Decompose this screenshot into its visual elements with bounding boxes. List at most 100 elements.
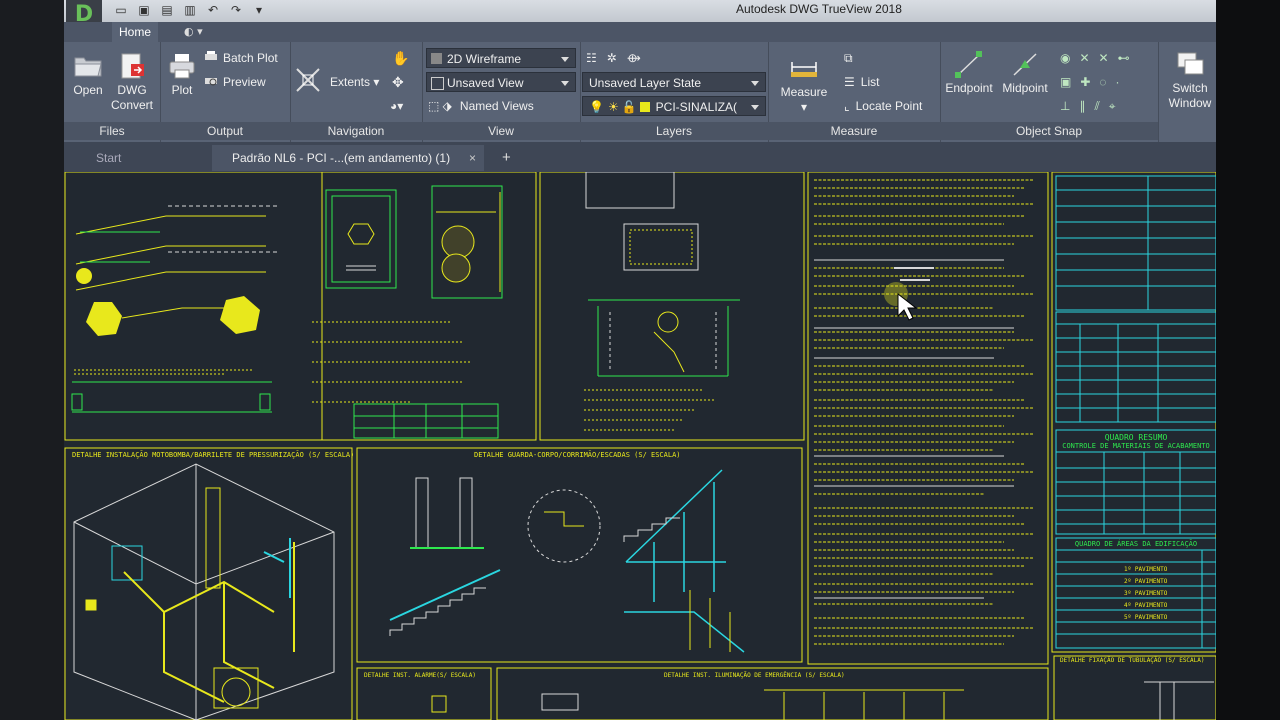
app-title: Autodesk DWG TrueView 2018	[736, 2, 902, 16]
title-bar: ▭ ▣ ▤ ▥ ↶ ↷ ▾ Autodesk DWG TrueView 2018	[64, 0, 1216, 22]
dwg-convert-icon	[121, 53, 144, 79]
panel-title-measure: Measure	[768, 122, 940, 140]
panel-title-files: Files	[64, 122, 160, 140]
snap-row-3-icons[interactable]: ⊥∥⫽⌖	[1060, 96, 1125, 116]
panel-window: Switch Window	[1158, 42, 1216, 142]
tab-active-drawing[interactable]: Padrão NL6 - PCI -...(em andamento) (1) …	[212, 145, 484, 171]
open-folder-icon[interactable]: ▭	[112, 2, 130, 18]
panel-output: Plot Batch Plot Preview Output	[160, 42, 291, 142]
switch-window-icon	[1177, 52, 1204, 75]
switch-window-button[interactable]: Switch Window	[1162, 50, 1216, 111]
list-label: List	[860, 75, 880, 89]
layer-color-swatch	[639, 102, 650, 112]
tab-home[interactable]: Home	[112, 22, 158, 42]
batch-plot-label: Batch Plot	[223, 51, 278, 65]
dwg-convert-button[interactable]: DWG Convert	[108, 52, 156, 113]
endpoint-snap-button[interactable]: Endpoint	[942, 50, 996, 96]
plot-button[interactable]: Plot	[164, 52, 200, 98]
locate-point-button[interactable]: ⌞ Locate Point	[844, 96, 922, 116]
visual-style-icon	[431, 53, 442, 64]
layer-freeze-icon: ☀	[607, 100, 619, 114]
layer-lock-icon: 🔓	[621, 100, 637, 114]
ribbon-tab-row: Home ◐ ▾	[64, 22, 1216, 42]
tab-start[interactable]: Start	[84, 145, 212, 171]
measure-button[interactable]: Measure ▾	[776, 54, 832, 115]
midpoint-snap-icon	[1013, 53, 1037, 76]
panel-object-snap: Endpoint Midpoint ◉✕✕⊷ ▣✚◌· ⊥∥⫽⌖ Object …	[940, 42, 1159, 142]
undo-icon[interactable]: ↶	[204, 2, 222, 18]
valve-details	[71, 205, 278, 413]
plot-label: Plot	[171, 83, 193, 97]
preview-icon	[205, 78, 217, 86]
open-button[interactable]: Open	[70, 52, 106, 98]
printer-icon	[169, 54, 195, 79]
tables-column: QUADRO RESUMO CONTROLE DE MATERIAIS DE A…	[1055, 175, 1216, 649]
new-tab-button[interactable]: +	[490, 145, 520, 171]
qat-dropdown-icon[interactable]: ▾	[250, 2, 268, 18]
plot-icon[interactable]: ▤	[158, 2, 176, 18]
snap-row-1-icons[interactable]: ◉✕✕⊷	[1060, 48, 1139, 68]
layer-tools-icons[interactable]: ☷✲⟴	[586, 48, 651, 68]
layer-on-icon: 💡	[589, 100, 604, 114]
measure-label: Measure	[780, 85, 828, 99]
visual-style-dropdown[interactable]: 2D Wireframe	[426, 48, 576, 68]
dwg-convert-label-1: DWG	[117, 83, 147, 97]
preview-button[interactable]: Preview	[204, 72, 266, 92]
frame-pipe-fixing	[1053, 655, 1216, 720]
pressurization-title: DETALHE INSTALAÇÃO MOTOBOMBA/BARRILETE D…	[72, 450, 354, 459]
panel-layers: ☷✲⟴ Unsaved Layer State 💡 ☀ 🔓 PCI-SINALIZA(…	[580, 42, 769, 142]
panel-files: Open DWG Convert Files	[64, 42, 161, 142]
pressurization-isometric: DETALHE INSTALAÇÃO MOTOBOMBA/BARRILETE D…	[72, 450, 354, 720]
panel-title-object-snap: Object Snap	[940, 122, 1158, 140]
pan-hand-icon[interactable]: ✋	[392, 48, 409, 68]
summary-table-title: QUADRO RESUMO	[1105, 433, 1168, 442]
crosshair-cursor	[894, 267, 934, 281]
extents-button[interactable]: Extents ▾	[330, 72, 379, 92]
redo-icon[interactable]: ↷	[227, 2, 245, 18]
drawing-canvas[interactable]: QUADRO RESUMO CONTROLE DE MATERIAIS DE A…	[64, 172, 1216, 720]
cad-drawing: QUADRO RESUMO CONTROLE DE MATERIAIS DE A…	[64, 172, 1216, 720]
batch-plot-icon	[205, 51, 217, 60]
active-drawing-label: Padrão NL6 - PCI -...(em andamento) (1)	[232, 151, 451, 165]
batch-plot-button[interactable]: Batch Plot	[204, 48, 278, 68]
orbit-icon[interactable]: ✥	[392, 72, 404, 92]
ribbon: Open DWG Convert Files Plot Batch Plot P…	[64, 42, 1216, 142]
view-icon	[431, 77, 444, 90]
batch-plot-icon[interactable]: ▥	[181, 2, 199, 18]
frame-pressurization	[64, 447, 353, 720]
left-video-border	[0, 0, 64, 720]
midpoint-snap-button[interactable]: Midpoint	[998, 50, 1052, 96]
workspace-dropdown-icon[interactable]: ◐ ▾	[184, 25, 212, 39]
panel-navigation: Extents ▾ ✋ ✥ ◕▾ Navigation	[290, 42, 423, 142]
saved-view-value: Unsaved View	[447, 76, 524, 90]
preview-label: Preview	[223, 75, 266, 89]
list-button[interactable]: ☰ List	[844, 72, 879, 92]
view-cube-icon: ⬚ ⬗	[428, 99, 452, 113]
convert-icon[interactable]: ▣	[135, 2, 153, 18]
measure-dropdown-icon: ▾	[800, 100, 808, 114]
close-tab-icon[interactable]: ×	[469, 145, 476, 171]
panel-measure: Measure ▾ ⧉ ☰ List ⌞ Locate Point Measure	[768, 42, 941, 142]
areas-table-title: QUADRO DE ÁREAS DA EDIFICAÇÃO	[1075, 539, 1197, 548]
endpoint-label: Endpoint	[945, 81, 993, 95]
steering-wheel-icon[interactable]: ◕▾	[390, 96, 403, 116]
saved-view-dropdown[interactable]: Unsaved View	[426, 72, 576, 92]
general-notes	[814, 179, 1034, 645]
locate-point-icon: ⌞	[844, 99, 850, 113]
visual-style-value: 2D Wireframe	[447, 52, 522, 66]
snap-row-2-icons[interactable]: ▣✚◌·	[1060, 72, 1129, 92]
layer-dropdown[interactable]: 💡 ☀ 🔓 PCI-SINALIZA(	[582, 96, 766, 116]
app-window: ▭ ▣ ▤ ▥ ↶ ↷ ▾ Autodesk DWG TrueView 2018…	[64, 0, 1216, 720]
summary-table-subtitle: CONTROLE DE MATERIAIS DE ACABAMENTO	[1062, 442, 1210, 450]
locate-point-label: Locate Point	[855, 99, 923, 113]
frame-hydrant-box	[321, 172, 537, 441]
switch-window-label-1: Switch	[1172, 81, 1208, 95]
layer-state-value: Unsaved Layer State	[589, 76, 702, 90]
guardrail-stairs-detail: DETALHE GUARDA-CORPO/CORRIMÃO/ESCADAS (S…	[389, 450, 745, 653]
layer-state-dropdown[interactable]: Unsaved Layer State	[582, 72, 766, 92]
list-icon: ☰	[844, 75, 855, 89]
id-point-icon[interactable]: ⧉	[844, 48, 853, 68]
guardrail-title: DETALHE GUARDA-CORPO/CORRIMÃO/ESCADAS (S…	[474, 450, 681, 459]
floor-5-label: 5º PAVIMENTO	[1124, 614, 1168, 621]
named-views-button[interactable]: ⬚ ⬗ Named Views	[428, 96, 534, 116]
